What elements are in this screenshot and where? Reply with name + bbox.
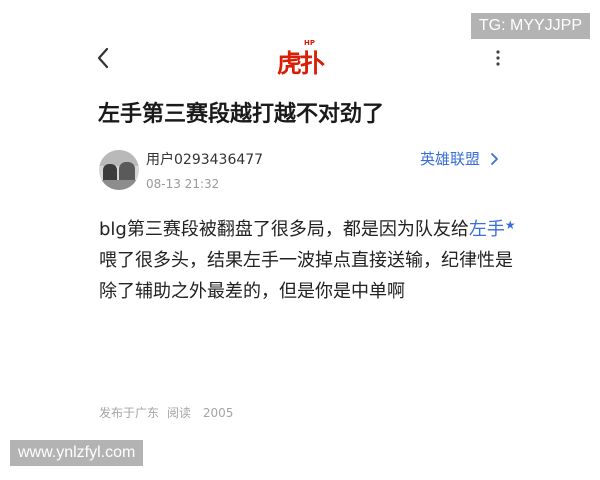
hupu-logo: 虎扑 HP <box>268 38 332 78</box>
logo-superscript: HP <box>304 39 315 47</box>
chevron-right-icon <box>490 153 498 165</box>
forum-label: 英雄联盟 <box>420 150 481 168</box>
hero-link-star-icon: ★ <box>504 218 516 232</box>
post-meta: 发布于广东 阅读 2005 <box>99 405 233 421</box>
body-text-part1: blg第三赛段被翻盘了很多局，都是因为队友给 <box>99 219 469 240</box>
author-username[interactable]: 用户0293436477 <box>146 151 263 169</box>
read-count: 2005 <box>202 406 234 420</box>
hero-link[interactable]: 左手 <box>469 219 505 240</box>
watermark-bottom: www.ynlzfyl.com <box>10 440 144 466</box>
logo-text: 虎扑 <box>276 49 325 78</box>
post-title: 左手第三赛段越打越不对劲了 <box>98 102 385 127</box>
post-body: blg第三赛段被翻盘了很多局，都是因为队友给左手★ 喂了很多头，结果左手一波掉点直… <box>99 210 519 307</box>
read-label: 阅读 <box>167 406 192 420</box>
post-location: 发布于广东 <box>99 406 160 420</box>
chevron-left-icon[interactable] <box>94 46 112 70</box>
read-count-label: 阅读 2005 <box>167 406 233 420</box>
avatar[interactable] <box>99 150 139 190</box>
vertical-dots-icon[interactable] <box>492 46 504 70</box>
body-text-part2: 喂了很多头，结果左手一波掉点直接送输，纪律性是除了辅助之外最差的，但是你是中单啊 <box>99 250 513 302</box>
post-timestamp: 08-13 21:32 <box>146 177 220 191</box>
top-navigation-bar: 虎扑 HP <box>0 30 600 86</box>
post-body-paragraph: blg第三赛段被翻盘了很多局，都是因为队友给左手★ 喂了很多头，结果左手一波掉点直… <box>99 210 519 307</box>
forum-link[interactable]: 英雄联盟 <box>420 149 499 169</box>
